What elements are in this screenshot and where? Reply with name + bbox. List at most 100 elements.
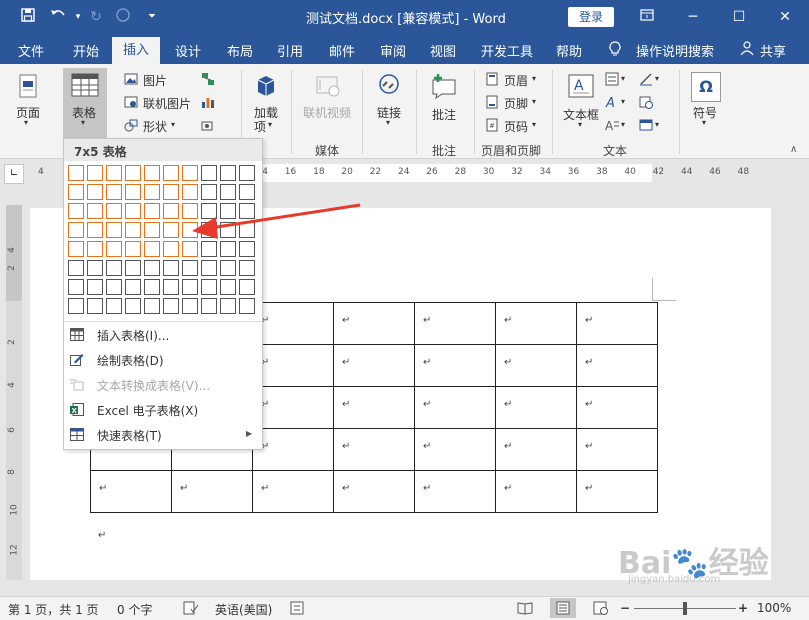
table-cell[interactable]: ↵ <box>333 302 415 345</box>
grid-cell[interactable] <box>87 241 103 257</box>
grid-cell[interactable] <box>163 184 179 200</box>
pages-dropdown-icon[interactable]: ▾ <box>24 118 28 127</box>
shapes-button[interactable]: 形状 <box>143 118 167 135</box>
grid-cell[interactable] <box>144 241 160 257</box>
undo-icon[interactable] <box>48 7 68 27</box>
grid-cell[interactable] <box>106 279 122 295</box>
print-layout-icon[interactable] <box>556 601 570 618</box>
screenshot-icon[interactable] <box>201 118 215 132</box>
login-button[interactable]: 登录 <box>568 7 614 27</box>
grid-cell[interactable] <box>68 203 84 219</box>
grid-cell[interactable] <box>182 165 198 181</box>
read-mode-icon[interactable] <box>517 601 533 618</box>
grid-cell[interactable] <box>182 260 198 276</box>
page-count[interactable]: 第 1 页，共 1 页 <box>8 601 99 618</box>
close-icon[interactable]: ✕ <box>765 4 805 30</box>
grid-cell[interactable] <box>106 165 122 181</box>
wordart-icon[interactable]: A <box>605 95 619 111</box>
links-dropdown-icon[interactable]: ▾ <box>386 118 390 127</box>
grid-cell[interactable] <box>68 184 84 200</box>
grid-cell[interactable] <box>144 184 160 200</box>
tell-me-search[interactable]: 操作说明搜索 <box>636 41 714 60</box>
tab-file[interactable]: 文件 <box>18 41 44 60</box>
grid-cell[interactable] <box>87 298 103 314</box>
grid-cell[interactable] <box>125 298 141 314</box>
table-cell[interactable]: ↵ <box>252 428 334 471</box>
tab-references[interactable]: 引用 <box>277 41 303 60</box>
table-cell[interactable]: ↵ <box>414 428 496 471</box>
tab-stop-selector[interactable]: ∟ <box>4 164 24 184</box>
grid-cell[interactable] <box>125 184 141 200</box>
zoom-in-icon[interactable]: + <box>738 601 748 615</box>
grid-cell[interactable] <box>163 241 179 257</box>
maximize-icon[interactable]: ☐ <box>719 4 759 30</box>
header-dropdown-icon[interactable]: ▾ <box>532 74 536 83</box>
grid-cell[interactable] <box>220 260 236 276</box>
table-cell[interactable]: ↵ <box>333 344 415 387</box>
quick-tables-item[interactable]: 快速表格(T) ▶ <box>64 423 262 447</box>
grid-cell[interactable] <box>125 222 141 238</box>
textbox-dropdown-icon[interactable]: ▾ <box>578 120 582 129</box>
grid-cell[interactable] <box>125 165 141 181</box>
table-cell[interactable]: ↵ <box>252 302 334 345</box>
grid-cell[interactable] <box>182 279 198 295</box>
grid-cell[interactable] <box>106 298 122 314</box>
grid-cell[interactable] <box>163 165 179 181</box>
grid-cell[interactable] <box>163 279 179 295</box>
table-cell[interactable]: ↵ <box>495 344 577 387</box>
customize-qat-icon[interactable]: ⏷ <box>142 7 162 27</box>
grid-cell[interactable] <box>87 203 103 219</box>
tab-insert[interactable]: 插入 <box>112 37 160 64</box>
grid-cell[interactable] <box>125 241 141 257</box>
grid-cell[interactable] <box>87 222 103 238</box>
footer-button[interactable]: 页脚 <box>504 95 528 112</box>
grid-cell[interactable] <box>106 203 122 219</box>
grid-cell[interactable] <box>144 298 160 314</box>
addins-dropdown-icon[interactable]: ▾ <box>268 120 272 129</box>
tab-mailings[interactable]: 邮件 <box>329 41 355 60</box>
web-layout-icon[interactable] <box>593 601 609 618</box>
grid-cell[interactable] <box>163 222 179 238</box>
grid-cell[interactable] <box>201 260 217 276</box>
table-cell[interactable]: ↵ <box>495 386 577 429</box>
tab-help[interactable]: 帮助 <box>556 41 582 60</box>
excel-spreadsheet-item[interactable]: X Excel 电子表格(X) <box>64 398 262 422</box>
tab-review[interactable]: 审阅 <box>380 41 406 60</box>
grid-cell[interactable] <box>239 298 255 314</box>
proofing-icon[interactable] <box>183 601 199 618</box>
minimize-icon[interactable]: ─ <box>673 4 713 30</box>
tab-developer[interactable]: 开发工具 <box>481 41 533 60</box>
table-cell[interactable]: ↵ <box>252 470 334 513</box>
grid-cell[interactable] <box>125 279 141 295</box>
table-cell[interactable]: ↵ <box>576 386 658 429</box>
undo-dropdown-icon[interactable]: ▾ <box>68 7 88 27</box>
grid-cell[interactable] <box>144 165 160 181</box>
tab-view[interactable]: 视图 <box>430 41 456 60</box>
quick-parts-dropdown-icon[interactable]: ▾ <box>621 74 625 83</box>
table-cell[interactable]: ↵ <box>414 386 496 429</box>
table-cell[interactable]: ↵ <box>576 470 658 513</box>
save-icon[interactable] <box>18 7 38 27</box>
table-cell[interactable]: ↵ <box>576 302 658 345</box>
ribbon-display-icon[interactable] <box>627 4 667 30</box>
grid-cell[interactable] <box>68 260 84 276</box>
grid-cell[interactable] <box>68 298 84 314</box>
grid-cell[interactable] <box>239 165 255 181</box>
grid-cell[interactable] <box>201 165 217 181</box>
dropcap-dropdown-icon[interactable]: ▾ <box>621 120 625 129</box>
table-cell[interactable]: ↵ <box>414 302 496 345</box>
grid-cell[interactable] <box>87 165 103 181</box>
grid-cell[interactable] <box>163 260 179 276</box>
word-count[interactable]: 0 个字 <box>117 601 152 618</box>
object-dropdown-icon[interactable]: ▾ <box>655 120 659 129</box>
grid-cell[interactable] <box>182 298 198 314</box>
touch-mode-icon[interactable] <box>113 7 133 27</box>
page-number-dropdown-icon[interactable]: ▾ <box>532 120 536 129</box>
tab-design[interactable]: 设计 <box>175 41 201 60</box>
grid-cell[interactable] <box>163 298 179 314</box>
table-cell[interactable]: ↵ <box>252 386 334 429</box>
grid-cell[interactable] <box>239 260 255 276</box>
grid-cell[interactable] <box>201 279 217 295</box>
signature-line-icon[interactable] <box>639 72 653 86</box>
share-button[interactable]: 共享 <box>760 41 786 60</box>
